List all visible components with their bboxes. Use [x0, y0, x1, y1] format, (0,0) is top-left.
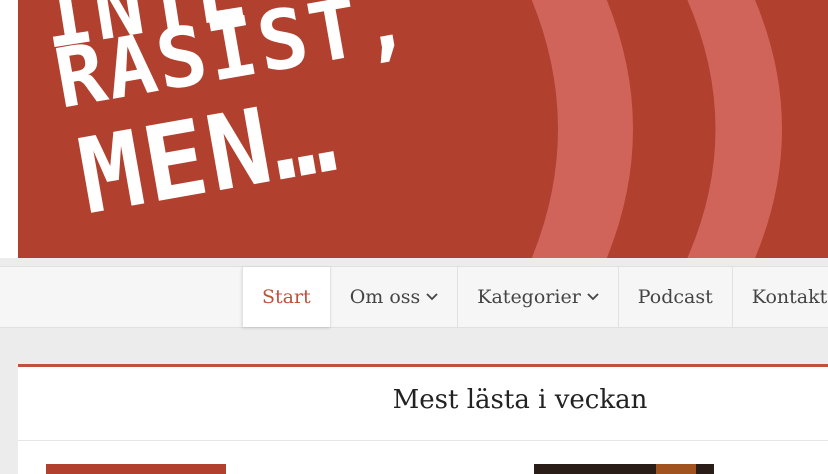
banner-arc-2 — [687, 0, 782, 258]
banner-arc-1 — [531, 0, 633, 258]
header-banner[interactable]: INTE RASIST, MEN… — [18, 0, 828, 258]
chevron-down-icon — [587, 293, 599, 301]
nav-item-kategorier[interactable]: Kategorier — [457, 267, 618, 327]
article-thumbnail[interactable] — [534, 464, 714, 474]
nav-item-label: Kontakt — [751, 286, 828, 308]
main-navigation: Start Om oss Kategorier Podcast Kontakt — [0, 266, 828, 328]
most-read-widget: Mest lästa i veckan — [18, 364, 828, 474]
nav-item-label: Kategorier — [477, 286, 581, 308]
article-thumbnail[interactable] — [46, 464, 226, 474]
nav-item-kontakt[interactable]: Kontakt — [731, 267, 828, 327]
site-logo[interactable]: INTE RASIST, MEN… — [18, 0, 498, 258]
nav-item-om-oss[interactable]: Om oss — [329, 267, 458, 327]
nav-item-start[interactable]: Start — [242, 267, 330, 327]
nav-item-label: Podcast — [637, 286, 713, 308]
nav-item-label: Start — [262, 286, 311, 308]
nav-item-label: Om oss — [349, 286, 421, 308]
widget-title: Mest lästa i veckan — [392, 385, 648, 415]
widget-divider — [18, 440, 828, 441]
nav-item-podcast[interactable]: Podcast — [617, 267, 732, 327]
chevron-down-icon — [426, 293, 438, 301]
page-margin — [0, 0, 18, 258]
